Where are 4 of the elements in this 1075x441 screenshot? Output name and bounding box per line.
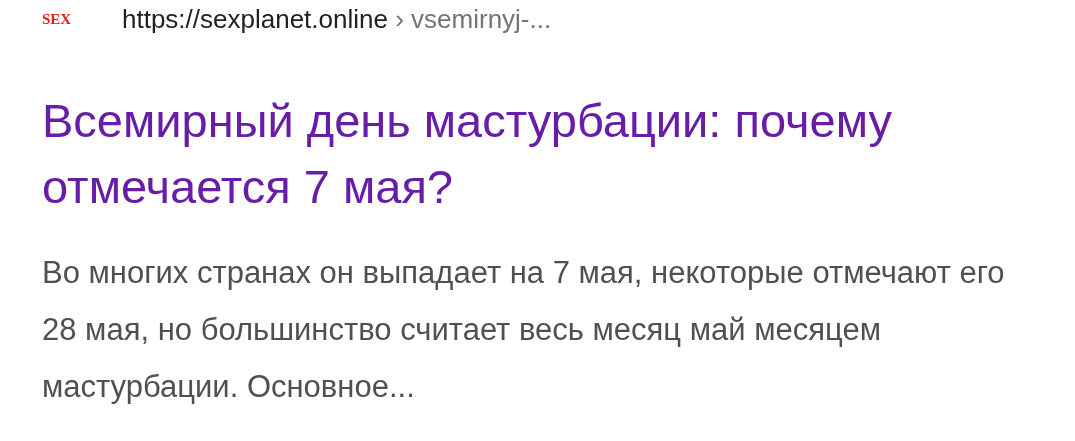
result-snippet: Во многих странах он выпадает на 7 мая, некоторые отмечают его 28 мая, но большинство считает весь месяц май месяцем мастурбации. Основное... <box>42 254 1006 406</box>
site-favicon: SEX <box>42 10 73 28</box>
result-url: https://sexplanet.online › vsemirnyj-... <box>122 3 552 35</box>
result-title-link[interactable]: Всемирный день мастурбации: почему отмечается 7 мая? <box>42 88 902 220</box>
